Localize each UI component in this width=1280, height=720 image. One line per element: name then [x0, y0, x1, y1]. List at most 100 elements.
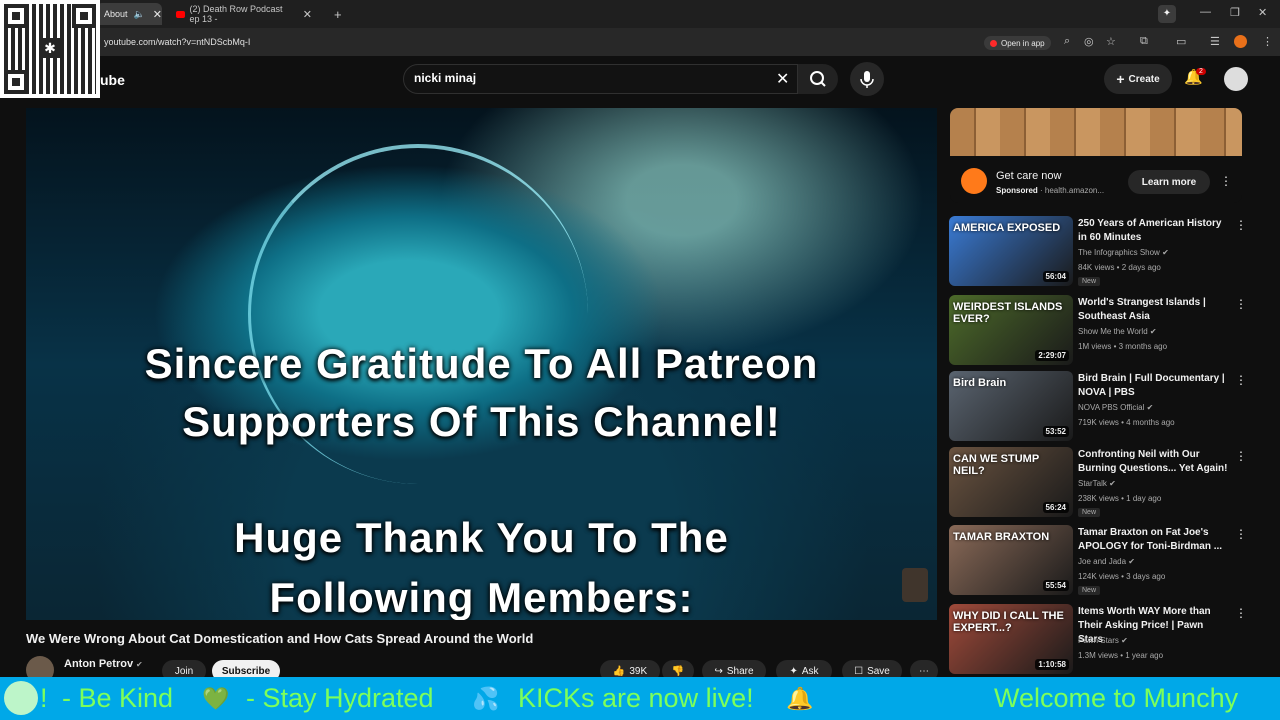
recommendation-title[interactable]: World's Strangest Islands | Southeast As…: [1078, 296, 1228, 324]
reading-list-icon[interactable]: ☰: [1210, 35, 1220, 48]
create-label: Create: [1128, 73, 1160, 85]
verified-icon: ✔: [136, 660, 143, 669]
ad-title: Get care now: [996, 170, 1062, 182]
ad-domain: health.amazon...: [1044, 186, 1105, 195]
create-button[interactable]: + Create: [1104, 64, 1172, 94]
thumbnail-text: CAN WE STUMP NEIL?: [953, 453, 1039, 477]
channel-label: Show Me the World: [1078, 327, 1148, 336]
ad-image: [950, 108, 1242, 156]
ad-menu-icon[interactable]: ⋮: [1220, 174, 1232, 188]
recommendation-title[interactable]: 250 Years of American History in 60 Minu…: [1078, 217, 1228, 245]
video-thumbnail[interactable]: TAMAR BRAXTON 55:54: [949, 525, 1073, 595]
recommendation-title[interactable]: Tamar Braxton on Fat Joe's APOLOGY for T…: [1078, 526, 1228, 554]
recommendation-channel: The Infographics Show ✔: [1078, 248, 1169, 257]
extensions-icon[interactable]: ⧉: [1140, 35, 1148, 48]
voice-search-button[interactable]: [850, 62, 884, 96]
youtube-logo[interactable]: ube: [100, 72, 125, 88]
verified-icon: ✔: [1128, 557, 1135, 566]
video-duration: 56:04: [1042, 271, 1069, 282]
recommendation-item[interactable]: WHY DID I CALL THE EXPERT...? 1:10:58 Item…: [949, 604, 1249, 676]
bell-icon: 🔔: [786, 686, 814, 711]
profile-avatar[interactable]: [1234, 35, 1247, 48]
video-thumbnail[interactable]: CAN WE STUMP NEIL? 56:24: [949, 447, 1073, 517]
speaker-icon[interactable]: 🔈: [134, 9, 145, 20]
verified-icon: ✔: [1109, 479, 1116, 488]
video-overlay-line-1: Sincere Gratitude To All Patreon: [144, 340, 819, 387]
recommendation-item[interactable]: WEIRDEST ISLANDS EVER? 2:29:07 World's Str…: [949, 295, 1249, 367]
eye-off-icon[interactable]: ◎: [1084, 35, 1094, 48]
tab-active[interactable]: About 🔈 ✕: [96, 3, 162, 25]
recommendation-item[interactable]: AMERICA EXPOSED 56:04 250 Years of America…: [949, 216, 1249, 288]
recommendation-item[interactable]: TAMAR BRAXTON 55:54 Tamar Braxton on Fat J…: [949, 525, 1249, 597]
recommendation-menu-icon[interactable]: ⋮: [1235, 449, 1247, 463]
video-thumbnail[interactable]: WHY DID I CALL THE EXPERT...? 1:10:58: [949, 604, 1073, 674]
menu-kebab-icon[interactable]: ⋮: [1262, 35, 1273, 48]
tab-label: (2) Death Row Podcast ep 13 -: [189, 4, 283, 24]
sponsored-ad[interactable]: Get care now Sponsored · health.amazon..…: [950, 108, 1242, 203]
zoom-icon[interactable]: ⌕: [1064, 35, 1070, 48]
minimize-icon[interactable]: —: [1200, 6, 1211, 18]
video-thumbnail[interactable]: AMERICA EXPOSED 56:04: [949, 216, 1073, 286]
recommendation-channel: StarTalk ✔: [1078, 479, 1116, 488]
video-duration: 1:10:58: [1035, 659, 1069, 670]
tab-label: About: [104, 9, 128, 19]
video-player[interactable]: Sincere Gratitude To All Patreon Support…: [26, 108, 937, 620]
recommendation-channel: Joe and Jada ✔: [1078, 557, 1135, 566]
close-tab-icon[interactable]: ✕: [303, 8, 312, 21]
channel-name[interactable]: Anton Petrov: [64, 658, 133, 670]
recommendation-title[interactable]: Confronting Neil with Our Burning Questi…: [1078, 448, 1228, 476]
thumbs-up-icon: 👍: [612, 665, 626, 677]
recommendation-item[interactable]: Bird Brain 53:52 Bird Brain | Full Documen…: [949, 371, 1249, 443]
thumbnail-text: WEIRDEST ISLANDS EVER?: [953, 301, 1063, 325]
learn-more-button[interactable]: Learn more: [1128, 170, 1210, 194]
ticker-segment: !: [40, 683, 48, 713]
recommendation-meta: 84K views • 2 days ago: [1078, 263, 1161, 272]
recommendation-title[interactable]: Bird Brain | Full Documentary | NOVA | P…: [1078, 372, 1228, 400]
thumbs-down-icon: 👎: [671, 665, 685, 677]
cast-icon[interactable]: ▭: [1176, 35, 1186, 48]
recommendation-meta: 124K views • 3 days ago: [1078, 572, 1166, 581]
close-tab-icon[interactable]: ✕: [153, 8, 162, 21]
search-icon: [810, 71, 826, 87]
ticker-segment: KICKs are now live!: [518, 683, 754, 713]
recommendation-menu-icon[interactable]: ⋮: [1235, 297, 1247, 311]
tab-death-row-podcast[interactable]: (2) Death Row Podcast ep 13 - ✕: [168, 3, 320, 25]
account-avatar[interactable]: [1224, 67, 1248, 91]
search-input[interactable]: nicki minaj: [414, 71, 476, 85]
url-field[interactable]: youtube.com/watch?v=ntNDScbMq-I: [104, 37, 250, 47]
close-window-icon[interactable]: ✕: [1258, 6, 1267, 19]
open-in-app-button[interactable]: Open in app: [984, 36, 1051, 50]
presenter-avatar: [902, 568, 928, 602]
restore-icon[interactable]: ❐: [1230, 6, 1240, 19]
recommendation-menu-icon[interactable]: ⋮: [1235, 606, 1247, 620]
recommendation-menu-icon[interactable]: ⋮: [1235, 527, 1247, 541]
plus-icon: +: [1116, 71, 1125, 87]
app-dot-icon: [990, 39, 997, 47]
video-thumbnail[interactable]: WEIRDEST ISLANDS EVER? 2:29:07: [949, 295, 1073, 365]
new-badge: New: [1078, 586, 1101, 595]
new-tab-button[interactable]: +: [326, 3, 350, 25]
channel-label: StarTalk: [1078, 479, 1107, 488]
recommendation-menu-icon[interactable]: ⋮: [1235, 373, 1247, 387]
thumbnail-text: TAMAR BRAXTON: [953, 531, 1050, 543]
video-overlay-line-3: Huge Thank You To The: [234, 514, 729, 561]
star-icon[interactable]: ☆: [1106, 35, 1116, 48]
notification-badge: 2: [1196, 68, 1206, 75]
open-in-app-label: Open in app: [1001, 38, 1045, 48]
save-label: Save: [867, 665, 890, 677]
microphone-icon: [860, 71, 874, 88]
recommendation-item[interactable]: CAN WE STUMP NEIL? 56:24 Confronting Neil …: [949, 447, 1249, 519]
share-icon: ↪: [714, 665, 723, 677]
video-thumbnail[interactable]: Bird Brain 53:52: [949, 371, 1073, 441]
recommendation-channel: NOVA PBS Official ✔: [1078, 403, 1153, 412]
droplets-icon: 💦: [472, 686, 500, 711]
green-heart-icon: 💚: [202, 686, 230, 711]
recommendation-meta: 1M views • 3 months ago: [1078, 342, 1168, 351]
sparkle-icon: ✦: [789, 665, 798, 677]
search-button[interactable]: [798, 64, 838, 94]
clear-search-icon[interactable]: ✕: [776, 69, 789, 89]
sparkle-icon[interactable]: ✦: [1158, 5, 1176, 23]
recommendation-menu-icon[interactable]: ⋮: [1235, 218, 1247, 232]
qr-finder: [72, 4, 96, 28]
qr-center-logo: ✱: [40, 38, 60, 58]
